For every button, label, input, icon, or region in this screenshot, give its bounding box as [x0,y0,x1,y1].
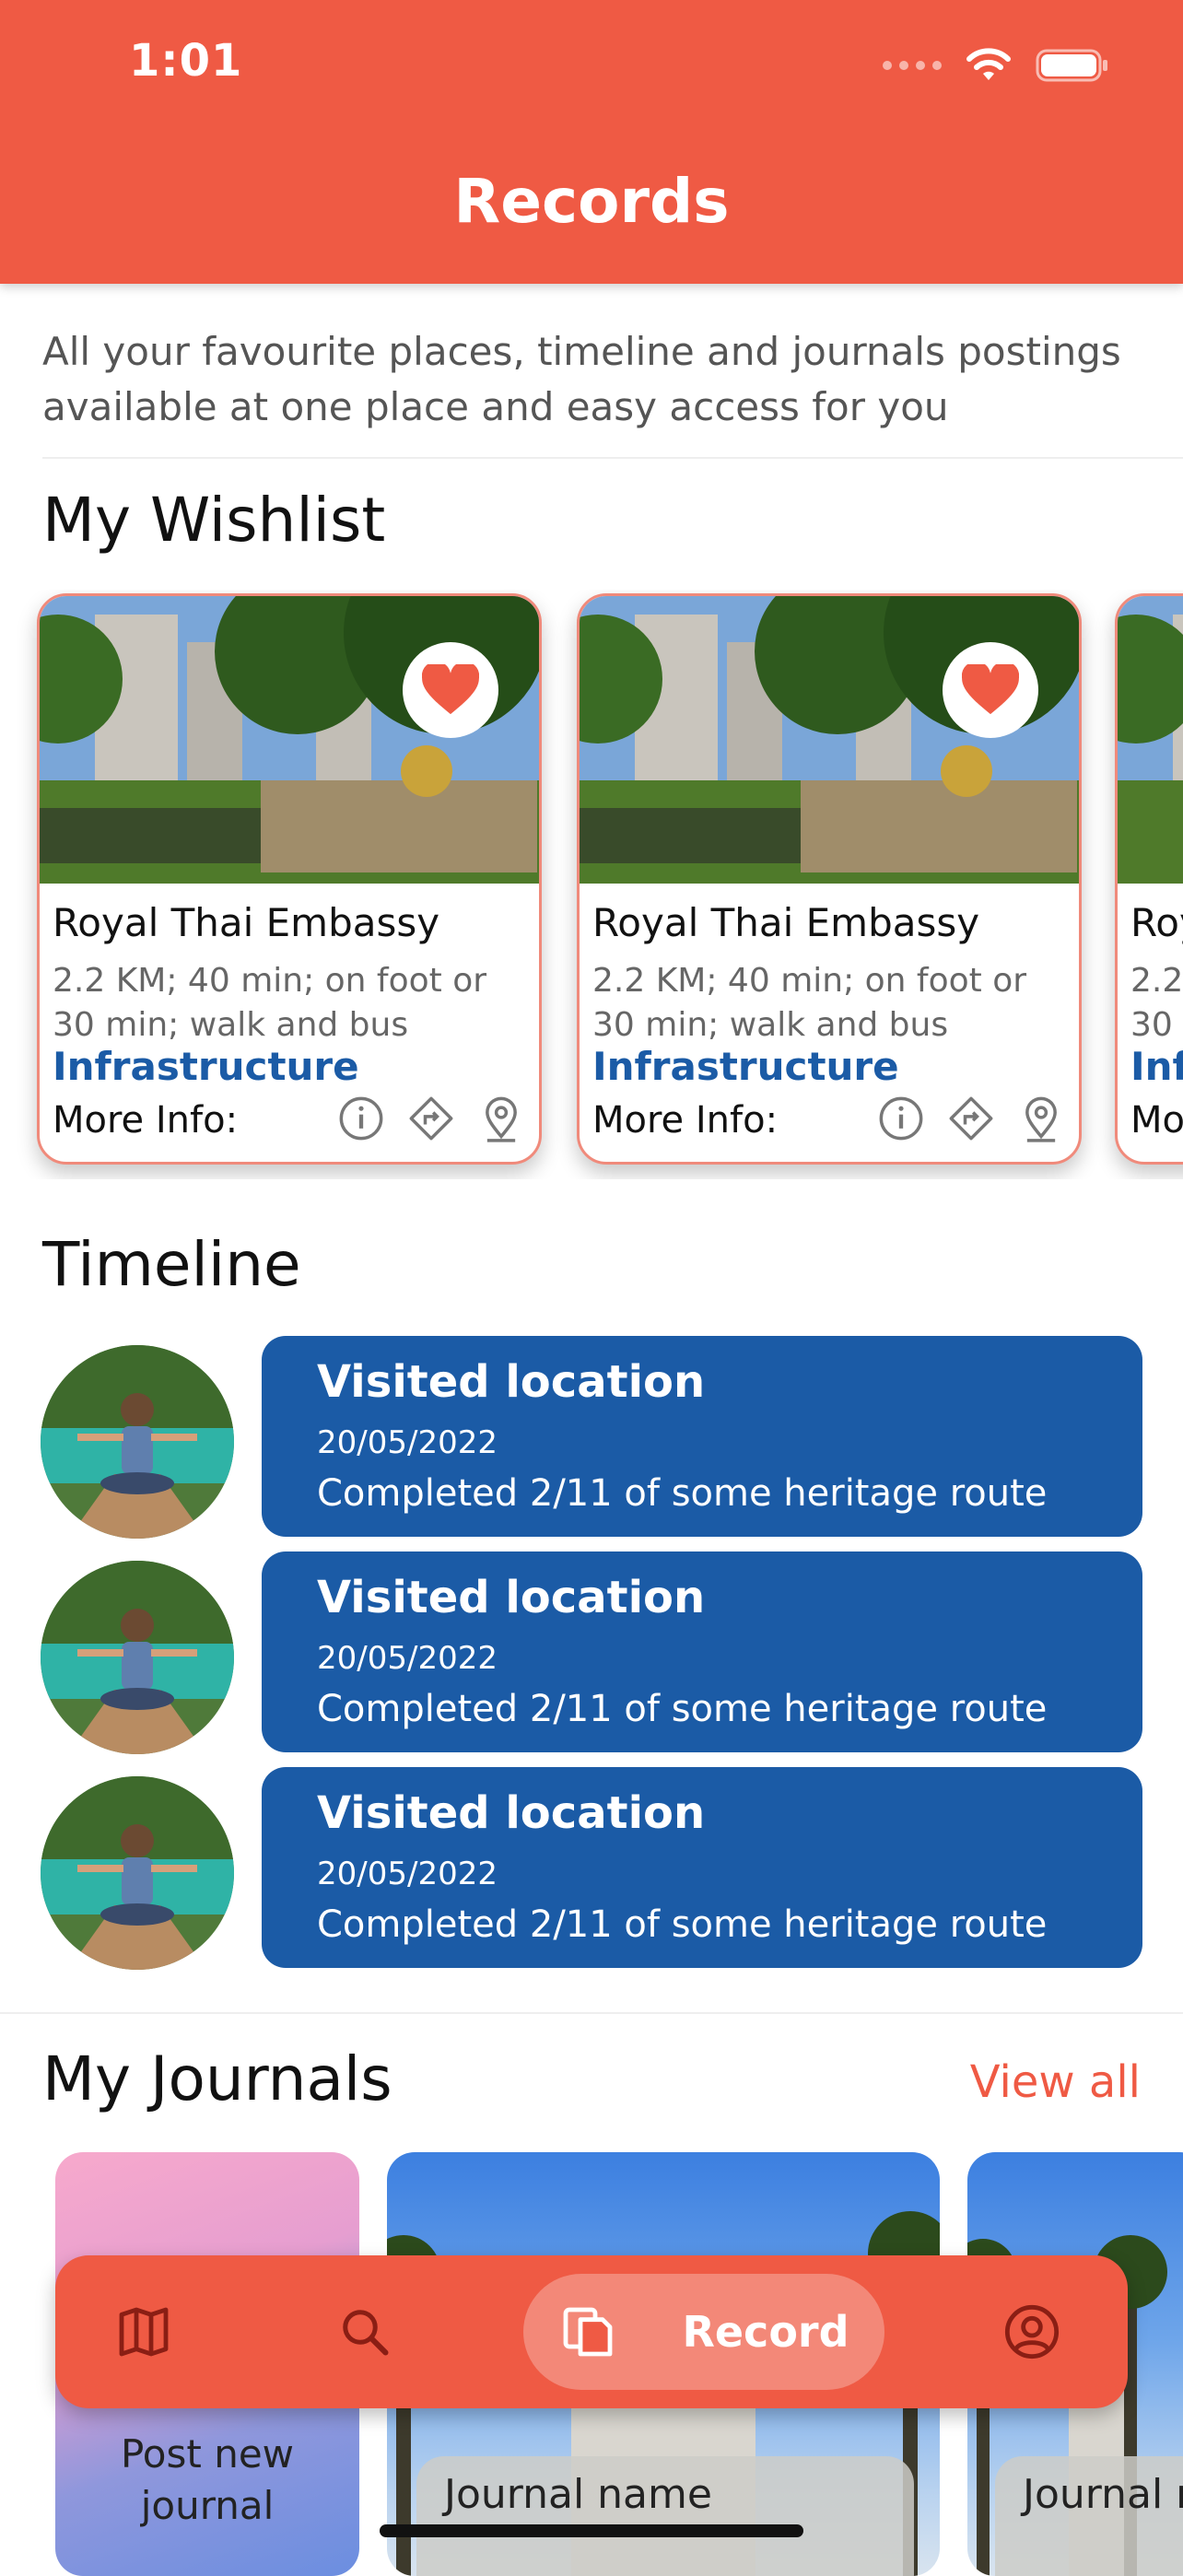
home-indicator[interactable] [380,2524,803,2537]
timeline-title-text: Visited location [317,1356,706,1408]
wishlist-title: My Wishlist [42,485,386,556]
timeline-detail: Completed 2/11 of some heritage route [317,1472,1048,1515]
location-pin-icon[interactable] [476,1094,526,1143]
wishlist-carousel[interactable]: Royal Thai Embassy 2.2 KM; 40 min; on fo… [0,590,1183,1179]
status-time: 1:01 [129,35,243,87]
bottom-nav: Record [55,2255,1128,2408]
timeline-date: 20/05/2022 [317,1424,498,1461]
divider [0,2012,1183,2014]
timeline-date: 20/05/2022 [317,1856,498,1892]
map-icon [119,2307,169,2357]
timeline-item[interactable]: Visited location 20/05/2022 Completed 2/… [41,1551,1142,1754]
place-photo [580,596,1079,884]
post-new-journal-label: Post new journal [120,2431,295,2528]
place-photo [1118,596,1183,884]
journal-name: Journal n [1023,2471,1183,2518]
page-title: Records [453,166,730,237]
heart-icon [422,664,479,715]
journals-title: My Journals [42,2043,392,2114]
journal-name-box: Journal n [995,2456,1183,2576]
place-name: Royal Thai Embassy [1130,900,1183,945]
wifi-icon [966,48,1011,80]
nav-search[interactable] [319,2255,411,2408]
timeline-detail: Completed 2/11 of some heritage route [317,1903,1048,1946]
info-icon[interactable] [336,1094,386,1143]
place-distance: 2.2 KM; 40 min; on foot or 30 min; walk … [53,962,487,1044]
signal-icon [883,61,942,70]
intro-text: All your favourite places, timeline and … [42,329,1121,429]
wishlist-card[interactable]: Royal Thai Embassy 2.2 KM; 40 min; on fo… [577,593,1082,1165]
nav-record[interactable]: Record [523,2274,884,2390]
place-name: Royal Thai Embassy [592,900,980,945]
wishlist-card[interactable]: Royal Thai Embassy 2.2 KM; 40 min; on fo… [37,593,542,1165]
timeline-card[interactable]: Visited location 20/05/2022 Completed 2/… [262,1767,1142,1968]
copy-icon [564,2307,613,2357]
profile-icon [1004,2304,1060,2359]
place-category[interactable]: Infrastructure [592,1044,899,1089]
timeline-date: 20/05/2022 [317,1640,498,1677]
timeline-title-text: Visited location [317,1787,706,1839]
timeline-item[interactable]: Visited location 20/05/2022 Completed 2/… [41,1767,1142,1970]
nav-map[interactable] [98,2255,190,2408]
journal-name-box: Journal name [416,2456,914,2576]
more-info-label: More Info: [592,1099,779,1142]
avatar [41,1345,234,1539]
search-icon [343,2310,389,2356]
divider [42,457,1183,459]
timeline-title-text: Visited location [317,1572,706,1623]
more-info-label: More Info: [1130,1099,1183,1142]
view-all-link[interactable]: View all [970,2056,1141,2108]
battery-icon [1036,49,1107,82]
avatar [41,1561,234,1754]
app-header: 1:01 Records [0,0,1183,284]
location-pin-icon[interactable] [1016,1094,1066,1143]
timeline-card[interactable]: Visited location 20/05/2022 Completed 2/… [262,1336,1142,1537]
favorite-button[interactable] [943,642,1038,738]
place-name: Royal Thai Embassy [53,900,440,945]
place-distance: 2.2 KM; 40 min; on foot or 30 min; walk … [592,962,1027,1044]
place-category[interactable]: Infrastructure [53,1044,359,1089]
heart-icon [962,664,1019,715]
info-icon[interactable] [876,1094,926,1143]
place-photo [40,596,539,884]
more-info-label: More Info: [53,1099,239,1142]
status-icons [883,44,1109,87]
directions-icon[interactable] [946,1094,996,1143]
timeline-detail: Completed 2/11 of some heritage route [317,1688,1048,1730]
directions-icon[interactable] [406,1094,456,1143]
wishlist-card[interactable]: Royal Thai Embassy 2.2 KM; 40 min; on fo… [1115,593,1183,1165]
avatar [41,1776,234,1970]
nav-record-label: Record [682,2307,849,2357]
timeline-card[interactable]: Visited location 20/05/2022 Completed 2/… [262,1551,1142,1752]
place-category[interactable]: Infrastructure [1130,1044,1183,1089]
nav-profile[interactable] [986,2255,1078,2408]
favorite-button[interactable] [403,642,498,738]
timeline-title: Timeline [42,1229,301,1300]
place-distance: 2.2 KM; 40 min; on foot or 30 min; walk … [1130,962,1183,1044]
timeline-item[interactable]: Visited location 20/05/2022 Completed 2/… [41,1336,1142,1539]
journal-name: Journal name [444,2471,712,2518]
